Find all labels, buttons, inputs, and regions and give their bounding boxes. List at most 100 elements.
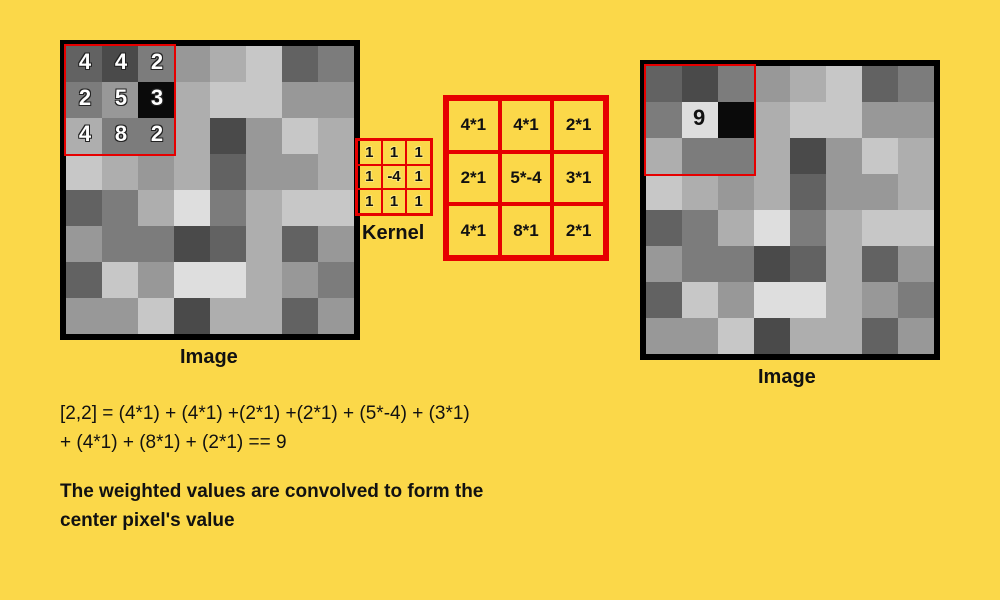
pixel-cell: [646, 174, 682, 210]
pixel-cell: [898, 138, 934, 174]
mult-cell: 2*1: [447, 152, 500, 205]
pixel-cell: [210, 298, 246, 334]
pixel-cell: [174, 46, 210, 82]
pixel-cell: [210, 46, 246, 82]
pixel-cell: [210, 226, 246, 262]
mult-cell: 5*-4: [500, 152, 553, 205]
src-val-01: 4: [106, 49, 136, 75]
pixel-cell: [210, 262, 246, 298]
pixel-cell: [318, 262, 354, 298]
pixel-cell: [790, 174, 826, 210]
pixel-cell: [246, 190, 282, 226]
pixel-cell: [282, 154, 318, 190]
pixel-cell: [282, 190, 318, 226]
kernel-cell: 1: [406, 140, 431, 165]
pixel-cell: [754, 210, 790, 246]
pixel-cell: [862, 210, 898, 246]
kernel-cell: 1: [357, 140, 382, 165]
src-val-02: 2: [142, 49, 172, 75]
src-val-22: 2: [142, 121, 172, 147]
pixel-cell: [754, 102, 790, 138]
pixel-cell: [862, 138, 898, 174]
pixel-cell: [826, 138, 862, 174]
pixel-cell: [754, 246, 790, 282]
src-val-12: 3: [142, 85, 172, 111]
pixel-cell: [318, 226, 354, 262]
pixel-cell: [718, 282, 754, 318]
pixel-cell: [682, 174, 718, 210]
pixel-cell: [138, 154, 174, 190]
pixel-cell: [826, 282, 862, 318]
pixel-cell: [862, 318, 898, 354]
pixel-cell: [282, 82, 318, 118]
pixel-cell: [210, 82, 246, 118]
pixel-cell: [102, 262, 138, 298]
pixel-cell: [826, 174, 862, 210]
pixel-cell: [754, 318, 790, 354]
pixel-cell: [718, 210, 754, 246]
pixel-cell: [318, 46, 354, 82]
pixel-cell: [898, 102, 934, 138]
pixel-cell: [102, 154, 138, 190]
pixel-cell: [66, 262, 102, 298]
kernel-cell: 1: [406, 165, 431, 190]
pixel-cell: [646, 210, 682, 246]
mult-cell: 3*1: [552, 152, 605, 205]
pixel-cell: [790, 282, 826, 318]
kernel-cell: 1: [357, 189, 382, 214]
pixel-cell: [210, 190, 246, 226]
pixel-cell: [826, 102, 862, 138]
pixel-cell: [682, 246, 718, 282]
pixel-cell: [646, 246, 682, 282]
kernel-cell: -4: [382, 165, 407, 190]
pixel-cell: [246, 298, 282, 334]
pixel-cell: [790, 318, 826, 354]
pixel-cell: [246, 82, 282, 118]
pixel-cell: [174, 298, 210, 334]
pixel-cell: [898, 210, 934, 246]
pixel-cell: [862, 66, 898, 102]
description-line1: The weighted values are convolved to for…: [60, 478, 483, 507]
multiplication-grid: 4*14*12*12*15*-43*14*18*12*1: [443, 95, 609, 261]
pixel-cell: [66, 298, 102, 334]
result-value: 9: [693, 105, 705, 131]
equation-line2: + (4*1) + (8*1) + (2*1) == 9: [60, 429, 470, 458]
pixel-cell: [826, 66, 862, 102]
pixel-cell: [898, 246, 934, 282]
pixel-cell: [246, 262, 282, 298]
kernel-cell: 1: [406, 189, 431, 214]
mult-cell: 2*1: [552, 99, 605, 152]
kernel-label: Kernel: [362, 222, 424, 245]
pixel-cell: [246, 118, 282, 154]
pixel-cell: [754, 282, 790, 318]
pixel-cell: [862, 102, 898, 138]
pixel-cell: [246, 226, 282, 262]
src-val-11: 5: [106, 85, 136, 111]
mult-cell: 2*1: [552, 204, 605, 257]
pixel-cell: [790, 138, 826, 174]
pixel-cell: [246, 46, 282, 82]
pixel-cell: [862, 282, 898, 318]
pixel-cell: [754, 138, 790, 174]
pixel-cell: [102, 298, 138, 334]
pixel-cell: [646, 282, 682, 318]
source-image-label: Image: [180, 346, 238, 369]
description-text: The weighted values are convolved to for…: [60, 478, 483, 535]
kernel-grid: 1111-41111: [355, 138, 433, 216]
pixel-cell: [754, 174, 790, 210]
pixel-cell: [282, 298, 318, 334]
pixel-cell: [210, 154, 246, 190]
description-line2: center pixel's value: [60, 507, 483, 536]
pixel-cell: [682, 210, 718, 246]
pixel-cell: [102, 190, 138, 226]
pixel-cell: [318, 298, 354, 334]
convolution-equation: [2,2] = (4*1) + (4*1) +(2*1) +(2*1) + (5…: [60, 400, 470, 457]
pixel-cell: [898, 66, 934, 102]
equation-line1: [2,2] = (4*1) + (4*1) +(2*1) +(2*1) + (5…: [60, 400, 470, 429]
pixel-cell: [682, 318, 718, 354]
pixel-cell: [174, 154, 210, 190]
pixel-cell: [826, 318, 862, 354]
pixel-cell: [790, 102, 826, 138]
pixel-cell: [174, 262, 210, 298]
pixel-cell: [318, 190, 354, 226]
